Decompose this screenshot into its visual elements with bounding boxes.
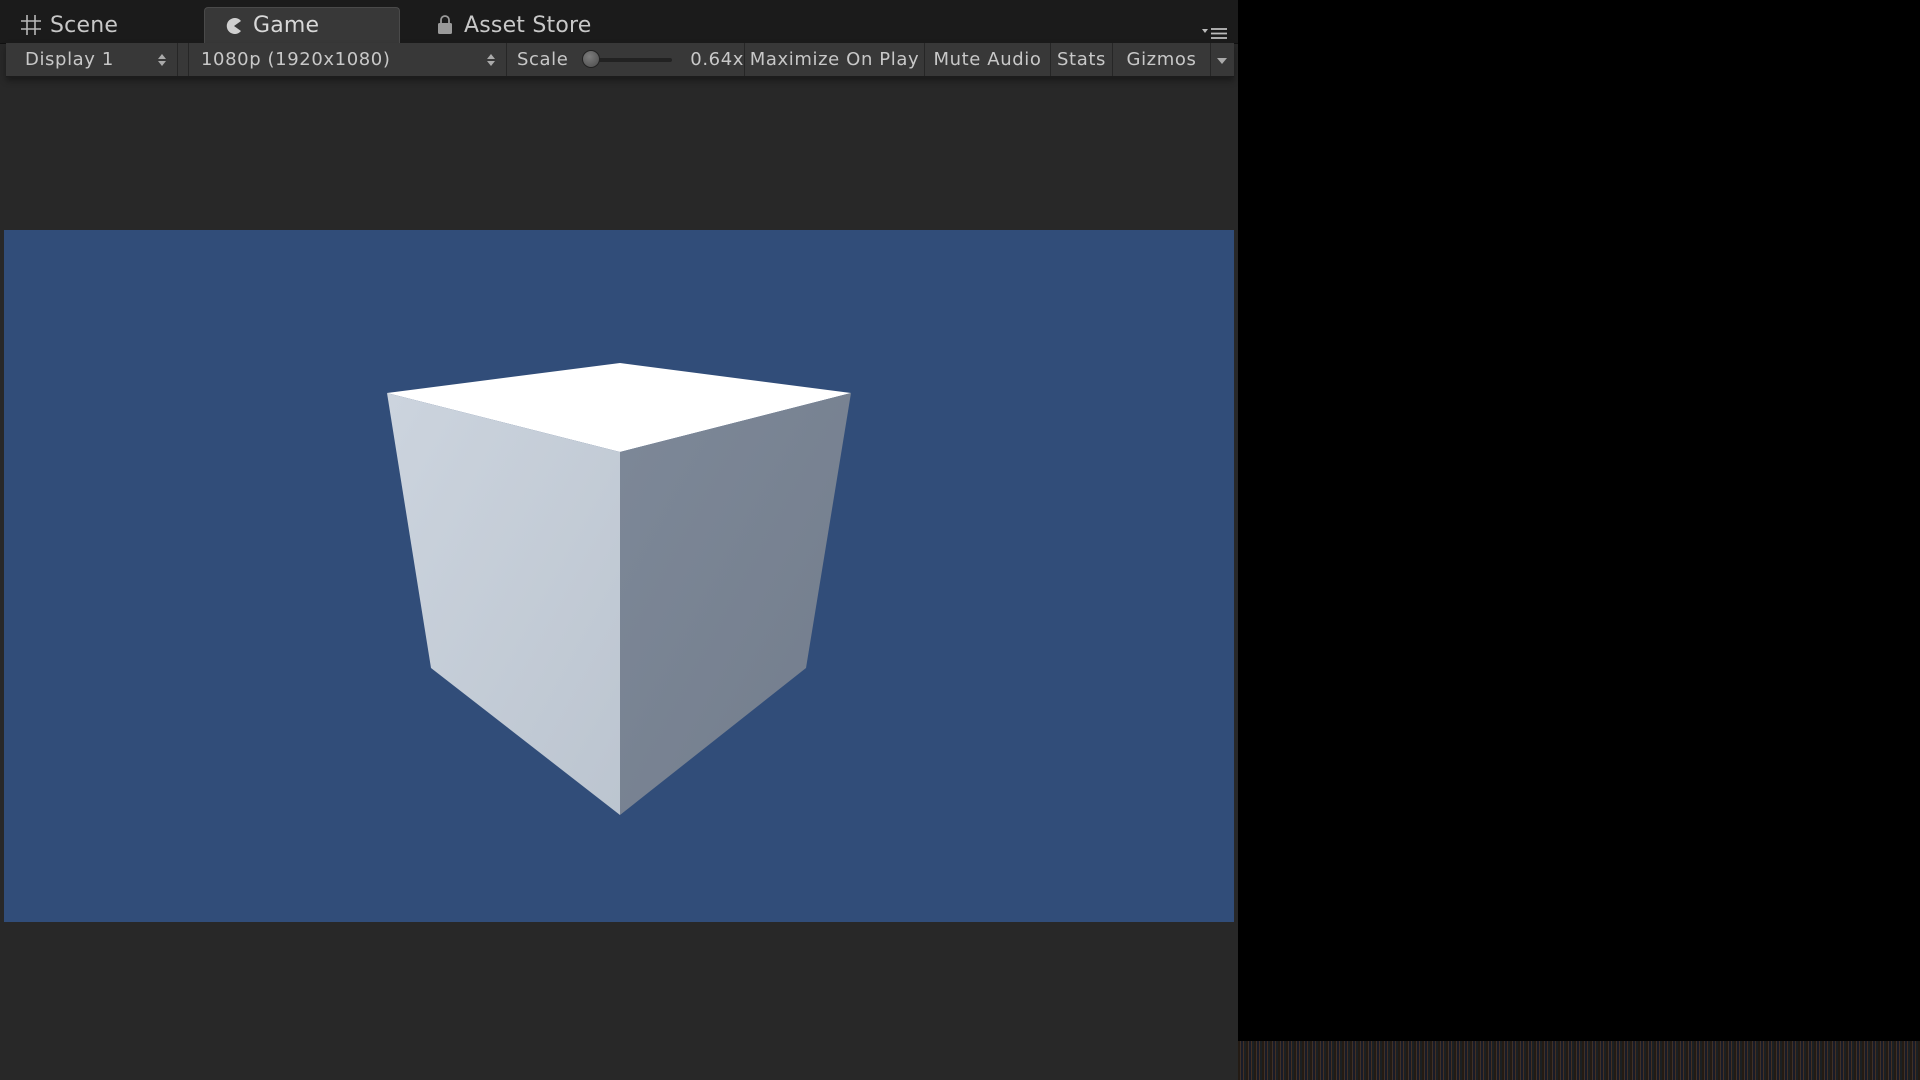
cube-render <box>387 363 851 815</box>
tab-game-label: Game <box>253 13 320 38</box>
scale-slider-thumb[interactable] <box>582 49 601 68</box>
mute-audio-label: Mute Audio <box>933 49 1042 70</box>
maximize-on-play-label: Maximize On Play <box>749 49 920 70</box>
resolution-dropdown[interactable]: 1080p (1920x1080) <box>189 43 507 76</box>
game-view-panel: Scene Game Asset Store Display 1 1080p (… <box>0 0 1238 1080</box>
maximize-on-play-toggle[interactable]: Maximize On Play <box>745 43 925 76</box>
pacman-icon <box>223 15 245 37</box>
scale-label: Scale <box>517 49 569 70</box>
display-dropdown[interactable]: Display 1 <box>6 43 178 76</box>
display-dropdown-label: Display 1 <box>25 49 114 70</box>
gizmos-toggle[interactable]: Gizmos <box>1113 43 1211 76</box>
grid-icon <box>20 14 42 36</box>
scale-value: 0.64x <box>690 49 744 70</box>
scale-slider[interactable] <box>582 49 673 68</box>
tab-asset-store-label: Asset Store <box>464 12 592 38</box>
screen: Scene Game Asset Store Display 1 1080p (… <box>0 0 1920 1080</box>
resolution-dropdown-label: 1080p (1920x1080) <box>201 49 391 70</box>
toolbar-separator <box>178 43 189 76</box>
game-toolbar: Display 1 1080p (1920x1080) Scale 0.64x … <box>6 43 1234 77</box>
cube-right-face <box>620 393 851 815</box>
tab-scene[interactable]: Scene <box>6 7 196 43</box>
tab-game[interactable]: Game <box>204 7 400 43</box>
tab-scene-label: Scene <box>50 12 119 38</box>
updown-arrows-icon <box>486 53 496 67</box>
game-viewport[interactable] <box>4 230 1234 922</box>
chevron-down-icon <box>1217 49 1227 70</box>
cube-left-face <box>387 393 620 815</box>
stats-label: Stats <box>1057 49 1106 70</box>
gizmos-dropdown[interactable] <box>1211 43 1233 76</box>
lock-bag-icon <box>434 14 456 36</box>
tab-asset-store[interactable]: Asset Store <box>420 7 630 43</box>
gizmos-label: Gizmos <box>1126 49 1197 70</box>
stats-toggle[interactable]: Stats <box>1051 43 1113 76</box>
mute-audio-toggle[interactable]: Mute Audio <box>925 43 1051 76</box>
panel-menu-icon[interactable] <box>1202 26 1228 40</box>
updown-arrows-icon <box>157 53 167 67</box>
screen-noise-artifact <box>1238 1041 1920 1080</box>
tab-bar: Scene Game Asset Store <box>0 0 1238 44</box>
scale-control: Scale 0.64x <box>507 43 745 76</box>
